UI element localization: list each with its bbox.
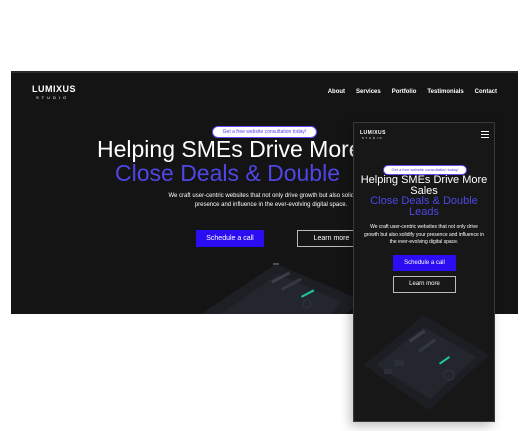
main-nav: About Services Portfolio Testimonials Co…: [328, 89, 497, 95]
brand-logo[interactable]: LUMIXUS STUDIO: [32, 84, 76, 101]
hero-description: We craft user-centric websites that not …: [168, 193, 374, 208]
dashboard-mockup-image: [201, 263, 361, 314]
hero-title-line1: Helping SMEs Drive More: [97, 136, 362, 162]
brand-name: LUMIXUS: [32, 84, 76, 94]
mobile-hero-title-line2: Close Deals & Double Leads: [370, 195, 478, 218]
mobile-brand-name: LUMIXUS: [360, 130, 386, 136]
nav-contact[interactable]: Contact: [475, 89, 497, 95]
mobile-hero-title-line1: Helping SMEs Drive More Sales: [360, 174, 488, 197]
nav-about[interactable]: About: [328, 89, 345, 95]
mobile-preview: LUMIXUS STUDIO Get a free website consul…: [353, 122, 495, 422]
hero-title-line2: Close Deals & Double: [115, 160, 341, 186]
nav-services[interactable]: Services: [356, 89, 381, 95]
nav-testimonials[interactable]: Testimonials: [427, 89, 463, 95]
mobile-brand-logo[interactable]: LUMIXUS STUDIO: [360, 130, 386, 141]
mobile-hero-description: We craft user-centric websites that not …: [363, 224, 485, 245]
mobile-learn-more-button[interactable]: Learn more: [393, 276, 456, 293]
schedule-call-button[interactable]: Schedule a call: [196, 230, 264, 247]
mobile-brand-tagline: STUDIO: [362, 137, 384, 140]
mobile-dashboard-mockup-image: [364, 315, 489, 410]
brand-tagline: STUDIO: [36, 95, 70, 100]
mobile-schedule-call-button[interactable]: Schedule a call: [393, 255, 456, 271]
nav-portfolio[interactable]: Portfolio: [392, 89, 417, 95]
hamburger-icon[interactable]: [481, 131, 489, 140]
